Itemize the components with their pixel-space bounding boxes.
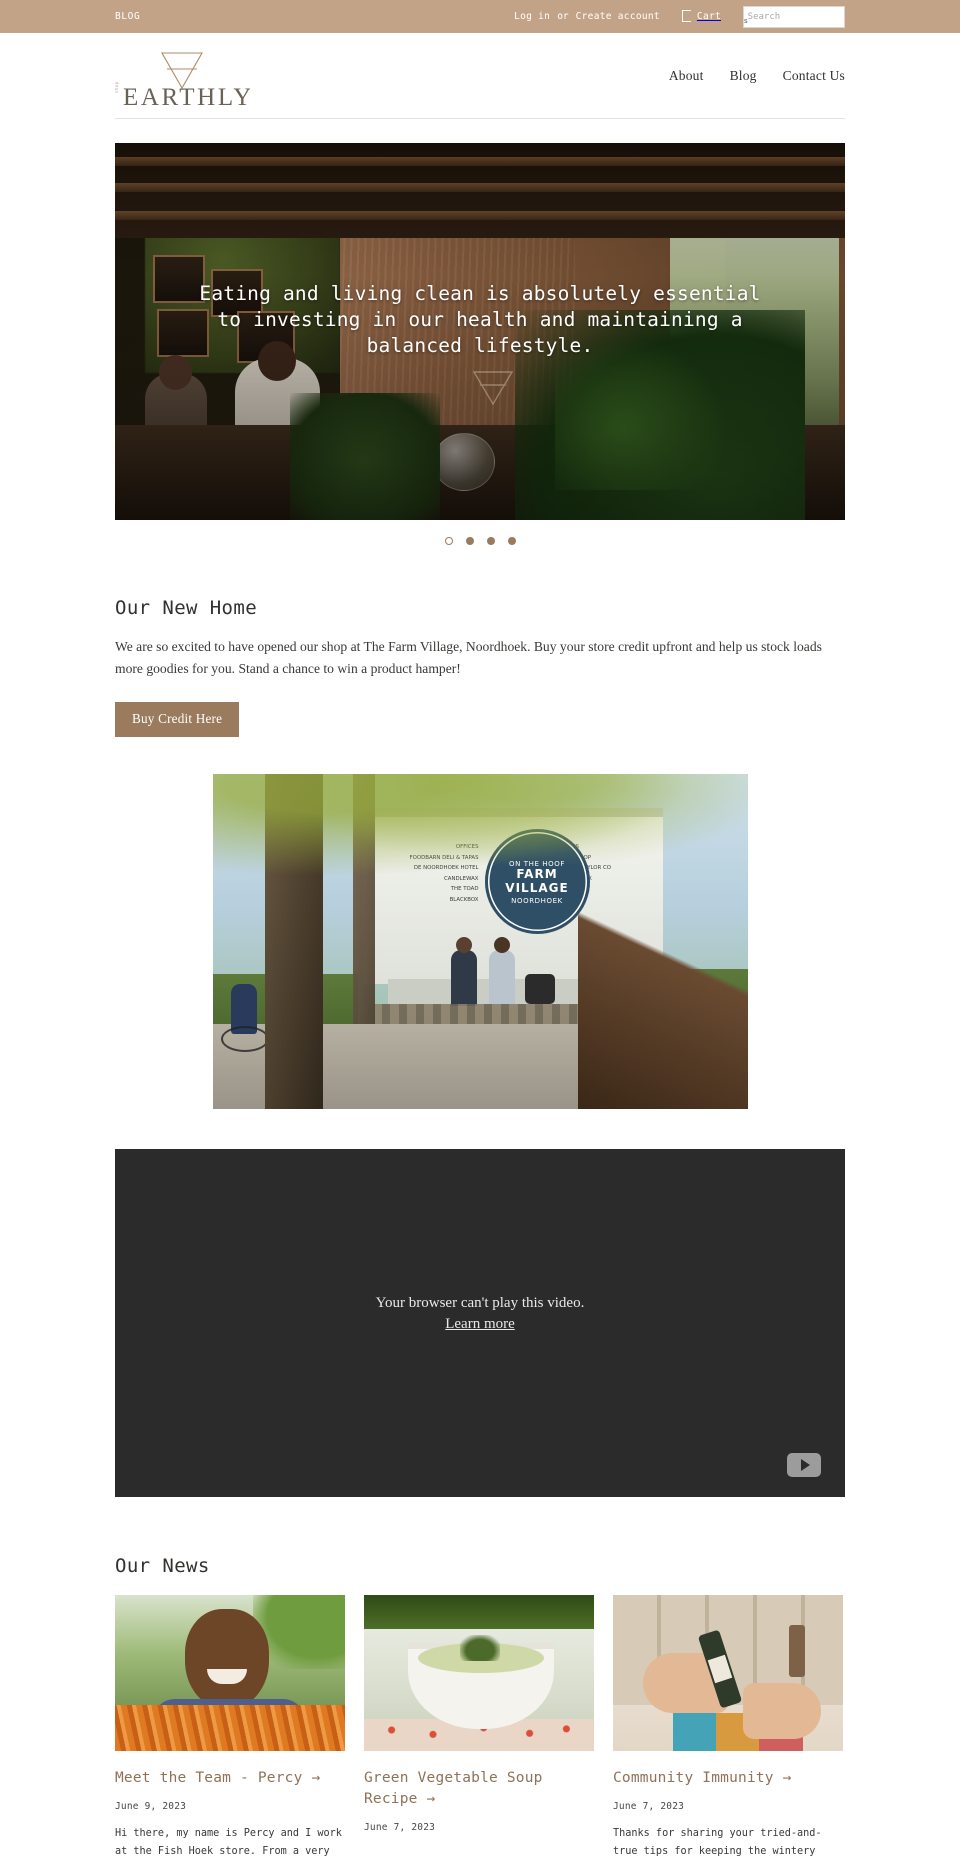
nav-item-about[interactable]: About bbox=[669, 68, 704, 84]
cart-link[interactable]: Cart bbox=[681, 9, 721, 23]
news-thumb-immunity[interactable] bbox=[613, 1595, 843, 1752]
carousel-dot-4[interactable] bbox=[507, 537, 516, 545]
login-or-separator: or bbox=[557, 11, 569, 22]
carousel-dot-3[interactable] bbox=[486, 537, 495, 545]
login-link[interactable]: Log in bbox=[514, 11, 550, 22]
farm-village-photo: OFFICESFOODBARN DELI & TAPASDE NOORDHOEK… bbox=[212, 774, 748, 1110]
hero-caption: Eating and living clean is absolutely es… bbox=[199, 282, 761, 358]
new-home-title: Our New Home bbox=[115, 597, 258, 619]
cart-label: Cart bbox=[696, 11, 721, 22]
news-excerpt: Thanks for sharing your tried-and-true t… bbox=[613, 1828, 822, 1857]
search-box[interactable]: s bbox=[743, 5, 862, 28]
news-card: Community Immunity → June 7, 2023 Thanks… bbox=[613, 1595, 843, 1861]
new-home-section: Our New Home We are so excited to have o… bbox=[115, 597, 845, 738]
news-date: June 7, 2023 bbox=[613, 1801, 685, 1813]
svg-text:shop: shop bbox=[115, 81, 120, 93]
video-section: Your browser can't play this video. Lear… bbox=[115, 1149, 845, 1498]
news-thumb-soup[interactable] bbox=[364, 1595, 594, 1752]
search-input[interactable] bbox=[747, 11, 862, 22]
utility-bar: BLOG Log in or Create account Cart s bbox=[0, 0, 960, 33]
farm-sign-bottom: NOORDHOEK bbox=[511, 897, 563, 906]
svg-text:EARTHLY: EARTHLY bbox=[123, 84, 250, 107]
carousel-dot-1[interactable] bbox=[444, 537, 453, 545]
news-headline[interactable]: Meet the Team - Percy → bbox=[115, 1768, 345, 1789]
new-home-body: We are so excited to have opened our sho… bbox=[115, 639, 822, 677]
nav-item-blog[interactable]: Blog bbox=[730, 68, 757, 84]
site-logo[interactable]: shop EARTHLY bbox=[115, 45, 250, 107]
nav-item-contact-us[interactable]: Contact Us bbox=[783, 68, 845, 84]
news-date: June 7, 2023 bbox=[364, 1822, 436, 1834]
news-grid: Meet the Team - Percy → June 9, 2023 Hi … bbox=[115, 1595, 845, 1861]
news-card: Meet the Team - Percy → June 9, 2023 Hi … bbox=[115, 1595, 345, 1861]
create-account-link[interactable]: Create account bbox=[576, 11, 660, 22]
hero-slideshow: Eating and living clean is absolutely es… bbox=[115, 143, 845, 545]
cart-icon bbox=[681, 9, 691, 22]
farm-village-photo-block: OFFICESFOODBARN DELI & TAPASDE NOORDHOEK… bbox=[115, 774, 845, 1110]
news-title: Our News bbox=[115, 1555, 210, 1578]
news-excerpt: Hi there, my name is Percy and I work at… bbox=[115, 1828, 342, 1857]
news-headline[interactable]: Community Immunity → bbox=[613, 1768, 843, 1789]
news-date: June 9, 2023 bbox=[115, 1801, 187, 1813]
news-headline[interactable]: Green Vegetable Soup Recipe → bbox=[364, 1768, 594, 1810]
video-learn-more-link[interactable]: Learn more bbox=[445, 1316, 515, 1333]
video-error-text: Your browser can't play this video. bbox=[375, 1295, 585, 1312]
inverted-triangle-icon: shop EARTHLY bbox=[115, 51, 250, 107]
buy-credit-button[interactable]: Buy Credit Here bbox=[115, 702, 240, 738]
video-player[interactable]: Your browser can't play this video. Lear… bbox=[115, 1149, 845, 1498]
news-section: Our News Meet the Team - Percy → June 9,… bbox=[115, 1555, 845, 1861]
carousel-dot-2[interactable] bbox=[465, 537, 474, 545]
news-card: Green Vegetable Soup Recipe → June 7, 20… bbox=[364, 1595, 594, 1861]
main-navigation: About Blog Contact Us bbox=[669, 68, 845, 84]
carousel-dots bbox=[115, 537, 845, 545]
site-header: shop EARTHLY About Blog Contact Us bbox=[115, 33, 845, 119]
video-error-message: Your browser can't play this video. Lear… bbox=[115, 1295, 845, 1333]
play-button-icon[interactable] bbox=[787, 1453, 821, 1478]
topbar-blog-link[interactable]: BLOG bbox=[115, 11, 140, 22]
news-thumb-percy[interactable] bbox=[115, 1595, 345, 1752]
hero-slide[interactable]: Eating and living clean is absolutely es… bbox=[115, 143, 845, 520]
